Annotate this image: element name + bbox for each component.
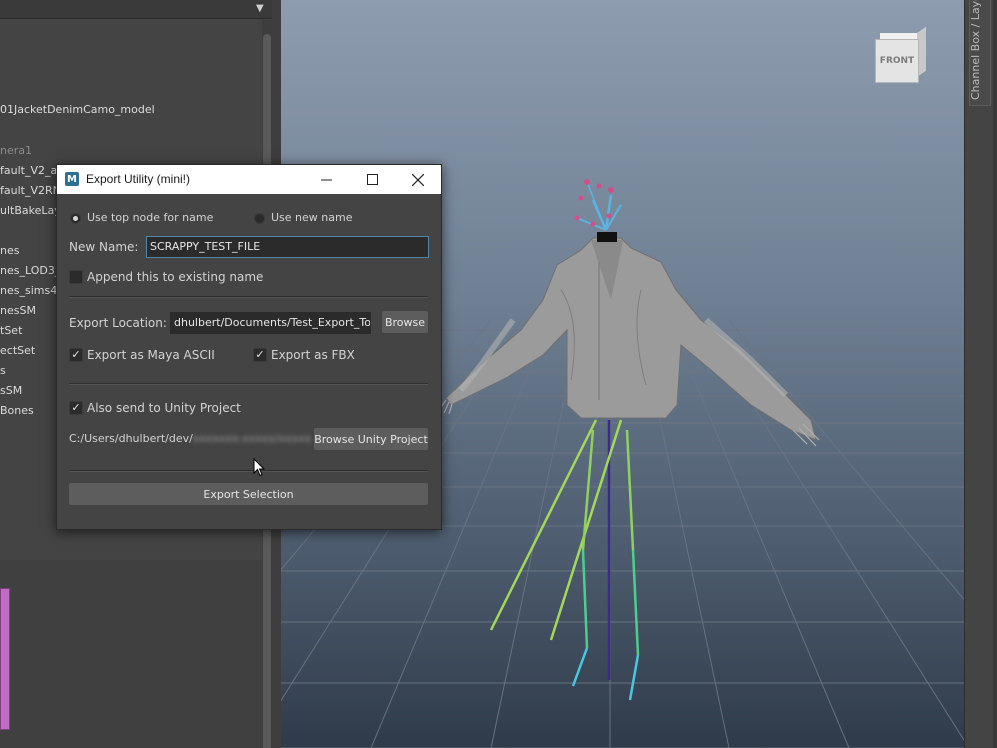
viewcube[interactable]: FRONT bbox=[875, 26, 926, 83]
maximize-icon bbox=[366, 174, 378, 185]
channel-box-panel: Channel Box / Layer bbox=[964, 0, 997, 748]
radio-top-node[interactable] bbox=[70, 213, 81, 224]
color-swatch[interactable] bbox=[0, 588, 10, 730]
close-icon bbox=[412, 173, 424, 186]
outliner-lower-panel bbox=[0, 560, 262, 748]
minimize-icon bbox=[320, 179, 332, 181]
outliner-item[interactable]: s bbox=[0, 364, 6, 377]
outliner-item[interactable]: ectSet bbox=[0, 344, 35, 357]
fbx-label[interactable]: Export as FBX bbox=[271, 348, 355, 362]
separator bbox=[69, 470, 428, 472]
minimize-button[interactable] bbox=[303, 165, 349, 194]
chevron-down-icon[interactable]: ▼ bbox=[256, 3, 264, 14]
outliner-item[interactable]: nes bbox=[0, 244, 19, 257]
dialog-titlebar[interactable]: M Export Utility (mini!) bbox=[57, 165, 441, 194]
dialog-title: Export Utility (mini!) bbox=[86, 172, 191, 186]
head-joints bbox=[574, 179, 622, 231]
browse-unity-project-button[interactable]: Browse Unity Project bbox=[314, 428, 428, 450]
unity-path-text: C:/Users/dhulbert/dev/xxxxxxx-xxxxx/xxxx… bbox=[69, 432, 311, 445]
outliner-item[interactable]: Bones bbox=[0, 404, 34, 417]
append-checkbox[interactable] bbox=[69, 270, 83, 284]
unity-label[interactable]: Also send to Unity Project bbox=[87, 401, 241, 415]
outliner-item[interactable]: nera1 bbox=[0, 144, 32, 157]
maya-app-icon: M bbox=[65, 172, 79, 186]
append-label[interactable]: Append this to existing name bbox=[87, 270, 263, 284]
export-utility-dialog: M Export Utility (mini!) Use top node fo… bbox=[56, 164, 442, 530]
channel-box-label[interactable]: Channel Box / Layer bbox=[969, 0, 982, 100]
separator bbox=[69, 383, 428, 385]
unity-path-value: C:/Users/dhulbert/dev/ bbox=[69, 432, 193, 445]
outliner-item[interactable]: tSet bbox=[0, 324, 22, 337]
new-name-label: New Name: bbox=[69, 240, 139, 254]
unity-checkbox[interactable]: ✓ bbox=[69, 401, 83, 415]
separator bbox=[69, 296, 428, 298]
export-selection-button[interactable]: Export Selection bbox=[69, 483, 428, 505]
outliner-item[interactable]: 01JacketDenimCamo_model bbox=[0, 103, 155, 116]
radio-new-name[interactable] bbox=[254, 213, 265, 224]
export-location-label: Export Location: bbox=[69, 316, 167, 330]
viewcube-front[interactable]: FRONT bbox=[875, 39, 919, 83]
radio-top-node-label[interactable]: Use top node for name bbox=[87, 211, 213, 224]
new-name-input[interactable]: SCRAPPY_TEST_FILE bbox=[146, 236, 429, 258]
outliner-header[interactable]: ▼ bbox=[0, 0, 272, 19]
fbx-checkbox[interactable]: ✓ bbox=[253, 348, 267, 362]
shirt-model bbox=[445, 232, 817, 441]
skeleton-joints bbox=[489, 419, 640, 701]
outliner-item[interactable]: sSM bbox=[0, 384, 22, 397]
browse-button[interactable]: Browse bbox=[382, 311, 428, 333]
mouse-cursor-icon bbox=[253, 458, 266, 477]
outliner-item[interactable]: nes_sims4 bbox=[0, 284, 57, 297]
radio-new-name-label[interactable]: Use new name bbox=[271, 211, 352, 224]
maximize-button[interactable] bbox=[349, 165, 395, 194]
maya-ascii-label[interactable]: Export as Maya ASCII bbox=[87, 348, 215, 362]
channel-box-scrollbar[interactable] bbox=[993, 0, 997, 748]
outliner-item[interactable]: fault_V2RN bbox=[0, 184, 61, 197]
export-location-input[interactable]: dhulbert/Documents/Test_Export_Tool bbox=[170, 312, 371, 334]
outliner-item[interactable]: nesSM bbox=[0, 304, 36, 317]
outliner-item[interactable]: fault_V2_aF bbox=[0, 164, 64, 177]
maya-ascii-checkbox[interactable]: ✓ bbox=[69, 348, 83, 362]
close-button[interactable] bbox=[395, 165, 441, 194]
blurred-path: xxxxxxx-xxxxx/xxxxx bbox=[192, 432, 312, 445]
